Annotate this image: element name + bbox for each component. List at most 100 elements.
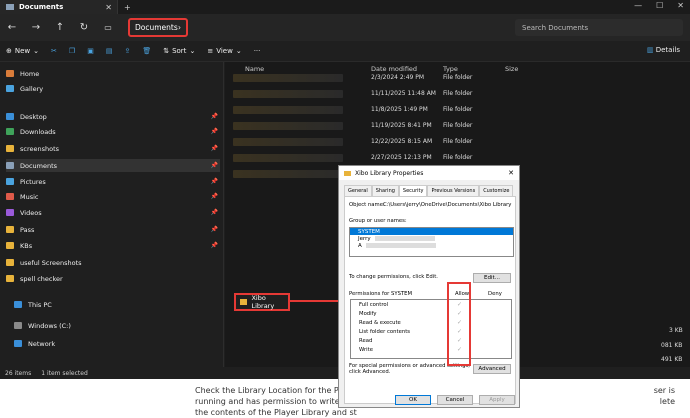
rename-icon[interactable]: ▤ (106, 47, 113, 55)
sidebar-icon (14, 322, 22, 329)
date-cell: 11/8/2025 1:49 PM (371, 106, 428, 113)
sidebar-item[interactable]: spell checker (6, 272, 220, 285)
type-cell: File folder (443, 122, 473, 129)
dialog-tabs: General Sharing Security Previous Versio… (344, 185, 514, 196)
sidebar-item[interactable]: Pictures 📌 (6, 175, 220, 188)
apply-button[interactable]: Apply (479, 395, 515, 405)
new-button[interactable]: ⊕ New ⌄ (6, 47, 39, 55)
sidebar-item-label: Network (28, 339, 56, 348)
date-cell: 11/11/2025 11:48 AM (371, 90, 436, 97)
plus-icon: ⊕ (6, 47, 12, 55)
ok-button[interactable]: OK (395, 395, 431, 405)
minimize-button[interactable]: — (634, 1, 642, 10)
add-tab-button[interactable]: + (124, 3, 131, 12)
maximize-button[interactable]: ☐ (656, 1, 663, 10)
view-button[interactable]: ≡ View ⌄ (207, 47, 241, 55)
pin-icon[interactable]: 📌 (211, 193, 218, 200)
pin-icon[interactable]: 📌 (211, 226, 218, 233)
details-icon: ▥ (646, 46, 654, 54)
sidebar-icon (6, 275, 14, 282)
pin-icon[interactable]: 📌 (211, 178, 218, 185)
sort-icon: ⇅ (163, 47, 170, 55)
deny-header: Deny (488, 291, 502, 297)
table-row[interactable]: 12/22/2025 8:15 AM File folder (225, 136, 690, 148)
user-jerry[interactable]: Jerry (350, 235, 513, 242)
advanced-button[interactable]: Advanced (473, 364, 511, 374)
sidebar-item-label: Pictures (20, 177, 46, 186)
refresh-button[interactable]: ↻ (72, 22, 96, 33)
sort-button[interactable]: ⇅ Sort ⌄ (163, 47, 195, 55)
sidebar-item[interactable]: Windows (C:) (14, 319, 228, 332)
item-count: 26 items (5, 369, 32, 377)
paste-icon[interactable]: ▣ (87, 47, 94, 55)
footer-line-end: lete (659, 397, 675, 406)
pin-icon[interactable]: 📌 (211, 242, 218, 249)
permissions-list: Full control ✓ Modify ✓ Read & execute ✓ List … (350, 299, 512, 359)
folder-icon (240, 299, 248, 305)
sidebar-item[interactable]: Downloads 📌 (6, 125, 220, 138)
table-row[interactable]: 11/19/2025 8:41 PM File folder (225, 120, 690, 132)
properties-dialog: Xibo Library Properties ✕ General Sharin… (338, 165, 520, 408)
tab-previous-versions[interactable]: Previous Versions (427, 185, 480, 196)
sidebar-item[interactable]: Videos 📌 (6, 206, 220, 219)
delete-icon[interactable]: 🗑 (142, 47, 151, 55)
share-icon[interactable]: ⇪ (124, 47, 130, 55)
redacted-block (365, 243, 436, 248)
table-row[interactable]: 11/8/2025 1:49 PM File folder (225, 104, 690, 116)
user-label: A (358, 242, 362, 249)
xibo-library-folder[interactable]: Xibo Library (234, 293, 290, 311)
table-row[interactable]: 2/27/2025 12:13 PM File folder (225, 152, 690, 164)
breadcrumb-documents[interactable]: Documents (135, 23, 178, 32)
sidebar-item-label: This PC (28, 300, 52, 309)
forward-button[interactable]: → (24, 22, 48, 33)
command-bar: ⊕ New ⌄ ✂ ❐ ▣ ▤ ⇪ 🗑 ⇅ Sort ⌄ ≡ View ⌄ ··· ▥ De… (0, 41, 690, 62)
more-button[interactable]: ··· (254, 47, 261, 55)
pin-icon[interactable]: 📌 (211, 162, 218, 169)
sidebar-item[interactable]: Gallery (6, 82, 220, 95)
sidebar-item[interactable]: screenshots 📌 (6, 142, 220, 155)
search-input[interactable]: Search Documents (515, 19, 683, 36)
tab-customize[interactable]: Customize (479, 185, 514, 196)
chevron-right-icon[interactable]: › (178, 23, 181, 32)
security-panel: Object name: C:\Users\jerry\OneDrive\Doc… (344, 196, 516, 404)
table-row[interactable]: 2/3/2024 2:49 PM File folder (225, 72, 690, 84)
table-row[interactable]: 11/11/2025 11:48 AM File folder (225, 88, 690, 100)
cancel-button[interactable]: Cancel (437, 395, 473, 405)
back-button[interactable]: ← (0, 22, 24, 33)
window-close-button[interactable]: ✕ (677, 1, 684, 10)
footer-line: running and has permission to write to. … (195, 397, 358, 406)
sidebar-item[interactable]: useful Screenshots (6, 256, 220, 269)
tab-documents[interactable]: Documents ✕ (0, 0, 118, 14)
sidebar-item[interactable]: Home (6, 67, 220, 80)
sidebar-item-label: Music (20, 192, 39, 201)
pin-icon[interactable]: 📌 (211, 113, 218, 120)
sidebar-icon (14, 340, 22, 347)
user-system[interactable]: SYSTEM (350, 228, 513, 235)
sidebar-item-label: spell checker (20, 274, 63, 283)
tab-security[interactable]: Security (398, 185, 428, 196)
sidebar-item[interactable]: Music 📌 (6, 190, 220, 203)
user-other[interactable]: A (350, 242, 513, 249)
tab-general[interactable]: General (344, 185, 372, 196)
copy-icon[interactable]: ❐ (69, 47, 75, 55)
tab-sharing[interactable]: Sharing (371, 185, 399, 196)
pin-icon[interactable]: 📌 (211, 145, 218, 152)
breadcrumb[interactable]: Documents › (128, 18, 188, 37)
sidebar-item[interactable]: KBs 📌 (6, 239, 220, 252)
sidebar-item[interactable]: Documents 📌 (6, 159, 220, 172)
size-cell: 081 KB (661, 342, 683, 349)
user-label: SYSTEM (358, 228, 380, 235)
close-icon[interactable]: ✕ (508, 169, 514, 177)
monitor-icon[interactable]: ▭ (96, 23, 120, 32)
pin-icon[interactable]: 📌 (211, 128, 218, 135)
details-button[interactable]: ▥ Details (647, 46, 680, 54)
close-icon[interactable]: ✕ (105, 3, 112, 12)
up-button[interactable]: ↑ (48, 22, 72, 33)
sidebar-item[interactable]: This PC (14, 298, 228, 311)
sidebar-item[interactable]: Pass 📌 (6, 223, 220, 236)
cut-icon[interactable]: ✂ (51, 47, 57, 55)
pin-icon[interactable]: 📌 (211, 209, 218, 216)
edit-button[interactable]: Edit... (473, 273, 511, 283)
sidebar-item[interactable]: Desktop 📌 (6, 110, 220, 123)
sidebar-item[interactable]: Network (14, 337, 228, 350)
